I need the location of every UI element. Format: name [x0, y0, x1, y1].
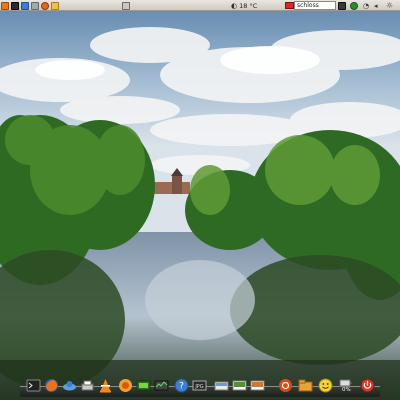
image-icon[interactable]: JPG: [192, 378, 207, 393]
search-input[interactable]: [294, 1, 336, 10]
firefox-icon[interactable]: [41, 1, 49, 10]
power-icon[interactable]: [360, 378, 375, 393]
network-icon[interactable]: [62, 378, 77, 393]
photos-icon[interactable]: [250, 378, 265, 393]
moon-icon: ◐: [231, 1, 238, 10]
network-icon[interactable]: [338, 1, 346, 10]
folder-icon[interactable]: [31, 1, 39, 10]
sound-icon[interactable]: ◂: [374, 1, 378, 10]
desktop-wallpaper: [0, 0, 400, 400]
menu-icon[interactable]: [1, 1, 9, 10]
svg-text:?: ?: [179, 382, 184, 392]
photo-icon[interactable]: [232, 378, 247, 393]
ubuntu-icon[interactable]: [278, 378, 293, 393]
clock-icon[interactable]: ◔: [363, 1, 369, 10]
help-icon[interactable]: ?: [174, 378, 189, 393]
smiley-icon[interactable]: [318, 378, 333, 393]
top-panel: ◐ 18 °C ◔ ◂ ☼: [0, 0, 400, 11]
update-icon[interactable]: [350, 1, 358, 10]
video-icon[interactable]: [136, 378, 151, 393]
search-engine-flag[interactable]: [285, 1, 294, 10]
firefox-icon[interactable]: [44, 378, 59, 393]
printer-icon[interactable]: [122, 1, 130, 10]
folder-icon[interactable]: [214, 378, 229, 393]
files-icon[interactable]: [298, 378, 313, 393]
battery-percent: 0%: [342, 387, 351, 393]
weather-applet[interactable]: ◐ 18 °C: [231, 1, 257, 10]
system-monitor-icon[interactable]: [154, 378, 169, 393]
terminal-icon[interactable]: [11, 1, 19, 10]
firefox-icon[interactable]: [118, 378, 133, 393]
dock: ? JPG 0%: [20, 377, 380, 397]
printer-icon[interactable]: [80, 378, 95, 393]
svg-text:JPG: JPG: [194, 384, 203, 390]
terminal-icon[interactable]: [26, 378, 41, 393]
notes-icon[interactable]: [51, 1, 59, 10]
temperature-label: 18 °C: [239, 1, 258, 10]
vlc-icon[interactable]: [98, 378, 113, 393]
brightness-icon[interactable]: ☼: [386, 1, 393, 10]
mail-icon[interactable]: [21, 1, 29, 10]
